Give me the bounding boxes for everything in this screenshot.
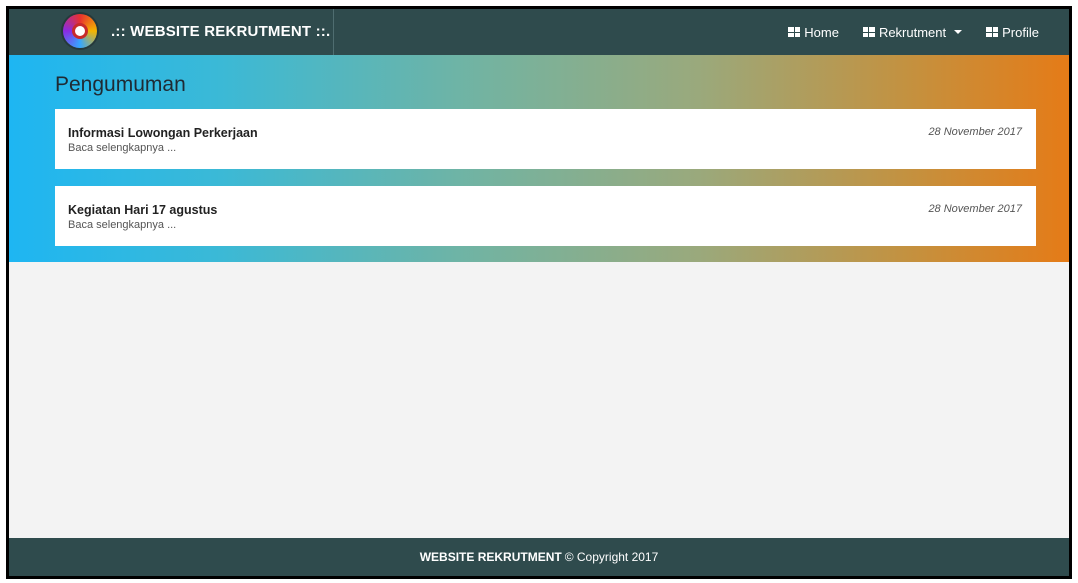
browser-viewport: .:: WEBSITE REKRUTMENT ::. Home Rekrutme…: [6, 6, 1072, 579]
read-more-link[interactable]: Baca selengkapnya ...: [68, 219, 176, 231]
announcement-card[interactable]: Informasi Lowongan Perkerjaan Baca selen…: [55, 109, 1036, 169]
announcement-date: 28 November 2017: [928, 126, 1022, 138]
grid-icon: [862, 27, 875, 37]
announcement-card[interactable]: Kegiatan Hari 17 agustus Baca selengkapn…: [55, 186, 1036, 246]
footer: WEBSITE REKRUTMENT © Copyright 2017: [9, 538, 1069, 576]
nav-item-rekrutment[interactable]: Rekrutment: [862, 24, 963, 40]
nav-menu: Home Rekrutment Profile: [788, 9, 1039, 55]
nav-item-label: Rekrutment: [878, 24, 947, 40]
footer-copyright: © Copyright 2017: [564, 550, 659, 564]
navbar-brand[interactable]: .:: WEBSITE REKRUTMENT ::.: [9, 9, 334, 55]
site-logo-icon: [63, 14, 97, 48]
read-more-link[interactable]: Baca selengkapnya ...: [68, 142, 176, 154]
announcement-title[interactable]: Kegiatan Hari 17 agustus: [68, 203, 217, 217]
announcement-section: Pengumuman Informasi Lowongan Perkerjaan…: [9, 55, 1069, 262]
nav-item-label: Profile: [1002, 24, 1039, 40]
grid-icon: [788, 27, 801, 37]
brand-title[interactable]: .:: WEBSITE REKRUTMENT ::.: [111, 23, 330, 40]
navbar: .:: WEBSITE REKRUTMENT ::. Home Rekrutme…: [9, 9, 1069, 55]
nav-item-label: Home: [804, 24, 839, 40]
footer-brand: WEBSITE REKRUTMENT: [419, 550, 562, 564]
grid-icon: [986, 27, 999, 37]
page-title: Pengumuman: [55, 73, 186, 96]
announcement-title[interactable]: Informasi Lowongan Perkerjaan: [68, 126, 258, 140]
announcement-date: 28 November 2017: [928, 203, 1022, 215]
nav-item-home[interactable]: Home: [788, 25, 839, 40]
nav-item-profile[interactable]: Profile: [986, 25, 1039, 40]
caret-down-icon: [954, 30, 963, 34]
